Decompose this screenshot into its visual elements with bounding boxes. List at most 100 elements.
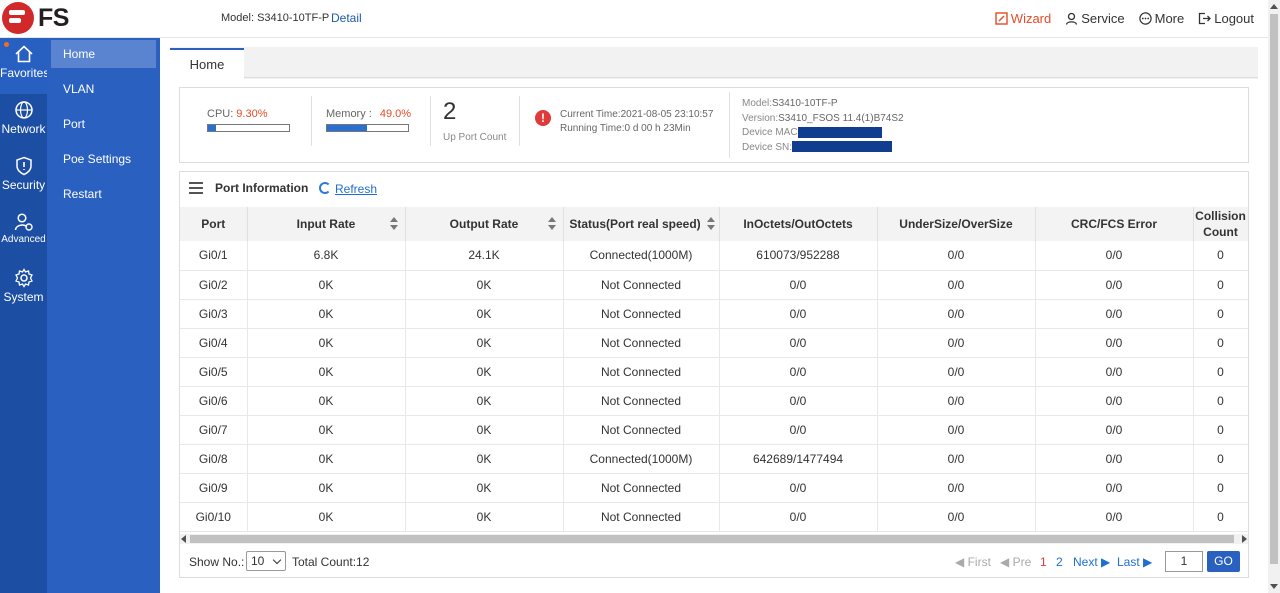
next-page-icon: ▶ [1101,555,1111,569]
nav-network[interactable]: Network [0,94,47,150]
table-cell: 0K [247,328,406,358]
table-cell: 0K [247,502,406,532]
col-status[interactable]: Status(Port real speed) [563,207,720,241]
home-panel: CPU: 9.30% Memory :49.0% 2 Up Port Count … [170,79,1258,587]
col-status-label: Status(Port real speed) [569,217,701,231]
show-no-label: Show No.: [189,555,245,569]
first-page-label: First [967,555,991,569]
scroll-left-arrow-icon[interactable] [181,535,186,543]
running-time: Running Time:0 d 00 h 23Min [560,123,691,134]
scroll-up-arrow-icon[interactable] [1270,4,1278,9]
logo-text: FS [38,3,69,32]
memory-metric: Memory : 49.0% [326,108,411,168]
table-header-row: Port Input Rate Output Rate Status(Port … [180,207,1248,241]
refresh-icon[interactable] [319,182,331,194]
refresh-link[interactable]: Refresh [335,182,377,196]
up-port-count-label: Up Port Count [443,132,507,143]
col-output-rate[interactable]: Output Rate [405,207,564,241]
go-button[interactable]: GO [1207,551,1240,572]
nav-favorites[interactable]: Favorites [0,38,49,94]
scroll-down-arrow-icon[interactable] [1270,584,1278,589]
next-page-button[interactable]: Next ▶ [1073,555,1110,569]
table-cell: 0/0 [719,386,878,416]
device-sn-redacted [792,141,893,153]
nav-advanced[interactable]: Advanced [0,206,47,262]
fs-logo[interactable]: FS [2,2,69,34]
table-cell: 0/0 [877,299,1036,329]
table-cell: 0/0 [719,415,878,445]
divider [311,96,312,146]
service-button[interactable]: Service [1065,11,1125,26]
logout-button[interactable]: Logout [1198,11,1254,26]
table-row: Gi0/10 0K 0K Not Connected 0/0 0/0 0/0 0 [180,502,1248,532]
wizard-button[interactable]: Wizard [995,11,1051,26]
page-2-button[interactable]: 2 [1056,555,1063,569]
table-row: Gi0/3 0K 0K Not Connected 0/0 0/0 0/0 0 [180,299,1248,329]
table-cell: 0 [1193,444,1248,474]
table-cell: Connected(1000M) [563,444,720,474]
divider [729,92,730,158]
detail-link[interactable]: Detail [331,11,362,25]
table-cell: 0/0 [1035,415,1194,445]
model-label: Model: S3410-10TF-P [221,12,330,24]
menu-icon[interactable] [189,182,203,194]
col-size: UnderSize/OverSize [877,207,1036,241]
fs-logo-mark [2,2,34,34]
subnav-home[interactable]: Home [51,40,156,68]
alert-icon: ! [535,110,551,126]
table-cell: 0/0 [877,502,1036,532]
main-content: Home CPU: 9.30% Memory : 49.0% 2 Up Port C… [170,47,1258,587]
last-page-icon: ▶ [1143,555,1153,569]
subnav-poe-settings[interactable]: Poe Settings [51,143,156,178]
page-number-input[interactable]: 1 [1165,551,1203,572]
last-page-button[interactable]: Last ▶ [1117,555,1152,569]
first-page-button[interactable]: ◀ First [955,555,991,569]
show-no-select[interactable]: 10 [246,551,286,571]
table-cell: 0/0 [1035,328,1194,358]
table-cell: 642689/1477494 [719,444,878,474]
more-button[interactable]: More [1138,11,1184,26]
table-cell: 0/0 [877,328,1036,358]
table-cell: Gi0/9 [180,473,248,503]
prev-page-button[interactable]: ◀ Pre [1000,555,1031,569]
sort-icon[interactable] [389,217,399,231]
page-scrollbar[interactable] [1268,0,1280,593]
port-table-body: Gi0/1 6.8K 24.1K Connected(1000M) 610073/952… [180,241,1248,532]
col-octets-label: InOctets/OutOctets [743,217,853,231]
table-cell: 0/0 [877,386,1036,416]
table-cell: 0 [1193,357,1248,387]
scroll-right-arrow-icon[interactable] [1242,535,1247,543]
table-cell: 0K [405,502,564,532]
sort-icon[interactable] [547,217,557,231]
subnav-vlan[interactable]: VLAN [51,73,156,108]
subnav-restart[interactable]: Restart [51,178,156,213]
table-cell: 0/0 [719,357,878,387]
table-cell: 0 [1193,241,1248,271]
table-horizontal-scrollbar[interactable] [180,534,1248,544]
col-input-rate[interactable]: Input Rate [247,207,406,241]
globe-icon [14,101,33,119]
sort-icon[interactable] [706,217,716,231]
tab-home[interactable]: Home [170,48,244,79]
subnav-port[interactable]: Port [51,108,156,143]
up-port-metric: 2 Up Port Count [443,98,506,158]
version-row: Version:S3410_FSOS 11.4(1)B74S2 [742,112,904,127]
table-scrollbar-thumb[interactable] [190,535,1234,543]
table-cell: 0K [405,386,564,416]
table-cell: 0K [247,357,406,387]
nav-security[interactable]: Security [0,150,47,206]
page-1-button[interactable]: 1 [1040,555,1047,569]
memory-value: 49.0% [379,108,412,120]
col-crc: CRC/FCS Error [1035,207,1194,241]
user-gear-icon [14,213,33,231]
wizard-icon [995,12,1008,25]
table-cell: Not Connected [563,473,720,503]
secondary-nav: Home VLAN Port Poe Settings Restart [47,38,160,593]
nav-system[interactable]: System [0,262,47,318]
nav-network-label: Network [1,122,46,136]
page-scrollbar-thumb[interactable] [1270,14,1278,564]
table-cell: 0/0 [719,270,878,300]
nav-security-label: Security [1,178,46,192]
col-port: Port [180,207,248,241]
model-value: S3410-10TF-P [772,98,838,109]
